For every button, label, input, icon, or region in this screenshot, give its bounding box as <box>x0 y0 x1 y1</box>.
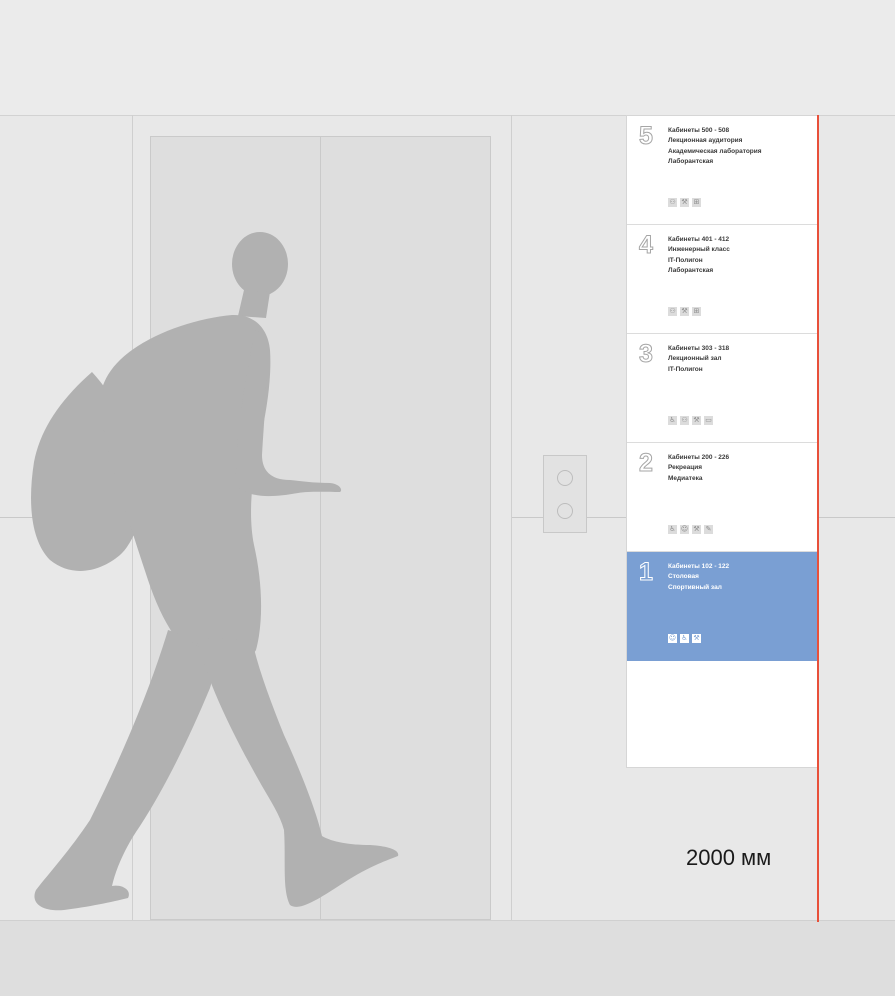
room-item: Столовая <box>668 573 699 581</box>
room-item: Лекционный зал <box>668 355 722 363</box>
room-item: Рекреация <box>668 464 703 472</box>
floor-number: 3 <box>639 340 654 369</box>
room-item: Кабинеты 500 - 508 <box>668 127 730 134</box>
tools-icon: ⚒ <box>680 198 689 207</box>
floor-directory-sign: 5 Кабинеты 500 - 508 Лекционная аудитори… <box>626 115 818 768</box>
arm <box>235 330 342 497</box>
room-item: Академическая лаборатория <box>668 147 762 155</box>
back-leg <box>34 630 212 911</box>
height-dimension-label: 2000 мм <box>686 845 772 870</box>
neck <box>238 290 270 318</box>
room-list: Кабинеты 102 - 122 Столовая Спортивный з… <box>668 562 729 593</box>
floor-number: 2 <box>639 449 654 478</box>
room-item: Кабинеты 303 - 318 <box>668 345 730 352</box>
floor-number: 1 <box>639 558 654 587</box>
floor-block-3: 3 Кабинеты 303 - 318 Лекционный зал IT-П… <box>627 334 817 443</box>
room-item: Лекционная аудитория <box>668 137 743 145</box>
room-list: Кабинеты 500 - 508 Лекционная аудитория … <box>668 126 762 167</box>
floor-number: 4 <box>639 231 654 260</box>
front-leg <box>196 638 399 907</box>
room-item: IT-Полигон <box>668 365 703 373</box>
amenity-icons: ⚇ ⚒ ⊞ <box>668 307 701 316</box>
floor-block-1: 1 Кабинеты 102 - 122 Столовая Спортивный… <box>627 552 817 661</box>
grid-icon: ⊞ <box>692 198 701 207</box>
screen-icon: ▭ <box>704 416 713 425</box>
floor-block-5: 5 Кабинеты 500 - 508 Лекционная аудитори… <box>627 116 817 225</box>
accessibility-icon: ♿ <box>668 525 677 534</box>
tools-icon: ⚒ <box>692 525 701 534</box>
people-icon: ⚇ <box>680 416 689 425</box>
head <box>232 232 288 296</box>
grid-icon: ⊞ <box>692 307 701 316</box>
tools-icon: ⚒ <box>680 307 689 316</box>
room-item: Кабинеты 200 - 226 <box>668 454 730 461</box>
room-item: Лаборантская <box>668 157 714 165</box>
room-item: Кабинеты 102 - 122 <box>668 563 730 570</box>
amenity-icons: ⚇ ⚒ ⊞ <box>668 198 701 207</box>
person-icon: ☺ <box>680 525 689 534</box>
people-icon: ⚇ <box>668 198 677 207</box>
tools-icon: ⚒ <box>692 416 701 425</box>
room-list: Кабинеты 303 - 318 Лекционный зал IT-Пол… <box>668 344 729 375</box>
amenity-icons: ♿ ⚇ ⚒ ▭ <box>668 416 713 425</box>
amenity-icons: ♿ ☺ ⚒ ✎ <box>668 525 713 534</box>
room-item: Лаборантская <box>668 266 714 274</box>
tools-icon: ⚒ <box>692 634 701 643</box>
pen-icon: ✎ <box>704 525 713 534</box>
amenity-icons: ☺ ♿ ⚒ <box>668 634 701 643</box>
floor-block-2: 2 Кабинеты 200 - 226 Рекреация Медиатека… <box>627 443 817 552</box>
accessibility-icon: ♿ <box>668 416 677 425</box>
room-item: Кабинеты 401 - 412 <box>668 236 730 243</box>
floor-block-4: 4 Кабинеты 401 - 412 Инженерный класс IT… <box>627 225 817 334</box>
height-dimension-line <box>817 115 819 922</box>
room-item: IT-Полигон <box>668 256 703 264</box>
room-list: Кабинеты 200 - 226 Рекреация Медиатека <box>668 453 729 484</box>
people-icon: ⚇ <box>668 307 677 316</box>
room-item: Медиатека <box>668 474 703 482</box>
room-item: Спортивный зал <box>668 583 722 591</box>
accessibility-icon: ♿ <box>680 634 689 643</box>
torso <box>99 314 271 669</box>
room-item: Инженерный класс <box>668 246 730 254</box>
floor-number: 5 <box>639 122 654 151</box>
person-icon: ☺ <box>668 634 677 643</box>
room-list: Кабинеты 401 - 412 Инженерный класс IT-П… <box>668 235 730 276</box>
